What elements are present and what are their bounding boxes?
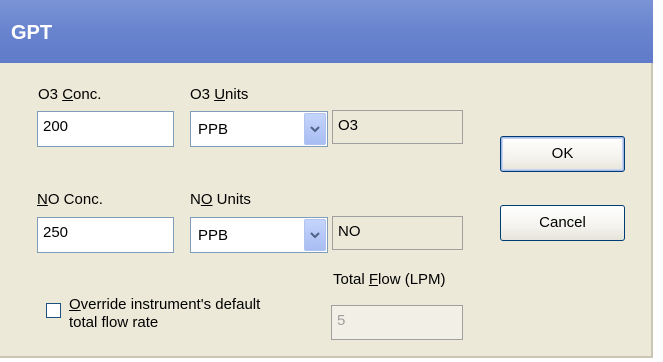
cancel-button[interactable]: Cancel <box>500 205 625 241</box>
gpt-dialog: GPT O3 Conc. 200 O3 Units PPB O3 NO Conc… <box>0 0 653 358</box>
override-checkbox[interactable] <box>46 303 61 318</box>
override-label[interactable]: Override instrument's default total flow… <box>69 296 260 332</box>
ok-button[interactable]: OK <box>500 136 625 172</box>
title-bar[interactable]: GPT <box>0 0 653 63</box>
o3-conc-label: O3 Conc. <box>38 86 102 103</box>
no-conc-label: NO Conc. <box>37 191 103 208</box>
total-flow-input[interactable]: 5 <box>331 305 463 340</box>
total-flow-label: Total Flow (LPM) <box>333 271 446 288</box>
window-title: GPT <box>11 22 53 44</box>
o3-conc-input[interactable]: 200 <box>37 111 174 147</box>
no-units-label: NO Units <box>190 191 251 208</box>
no-conc-input[interactable]: 250 <box>37 217 174 253</box>
chevron-down-icon[interactable] <box>304 219 326 251</box>
chevron-down-icon[interactable] <box>304 113 326 145</box>
no-units-select[interactable]: PPB <box>190 217 328 253</box>
o3-species-field: O3 <box>332 110 463 144</box>
o3-units-select[interactable]: PPB <box>190 111 328 147</box>
no-species-field: NO <box>332 216 463 250</box>
o3-units-label: O3 Units <box>190 86 249 103</box>
